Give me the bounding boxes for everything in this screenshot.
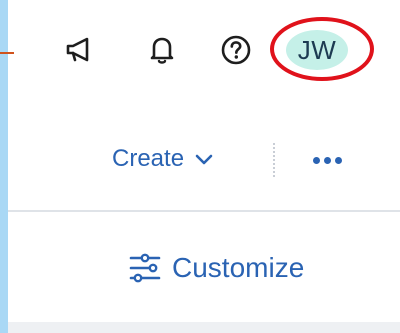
customize-label: Customize <box>172 252 305 283</box>
top-toolbar: JW <box>8 0 400 105</box>
more-options-button[interactable] <box>305 143 349 177</box>
announcements-button[interactable] <box>60 30 100 70</box>
section-divider <box>8 210 400 212</box>
help-icon <box>221 35 251 65</box>
bell-icon <box>150 37 174 64</box>
chevron-down-icon <box>195 154 213 165</box>
notifications-button[interactable] <box>142 30 182 70</box>
user-avatar[interactable]: JW <box>286 30 348 70</box>
app-window: JW Create Customize <box>8 0 400 333</box>
sliders-icon <box>129 253 161 283</box>
create-label: Create <box>112 145 185 172</box>
more-dot <box>323 156 331 164</box>
help-button[interactable] <box>216 30 256 70</box>
customize-button[interactable]: Customize <box>128 246 304 290</box>
more-horizontal-icon <box>312 156 320 164</box>
toolbar-separator <box>273 143 275 177</box>
more-dot <box>334 156 342 164</box>
create-button[interactable]: Create <box>112 141 214 177</box>
megaphone-icon <box>66 37 89 62</box>
actions-row: Create <box>8 125 400 195</box>
bottom-panel-edge <box>8 322 400 333</box>
annotation-arrow <box>0 52 14 54</box>
avatar-initials: JW <box>297 34 337 65</box>
